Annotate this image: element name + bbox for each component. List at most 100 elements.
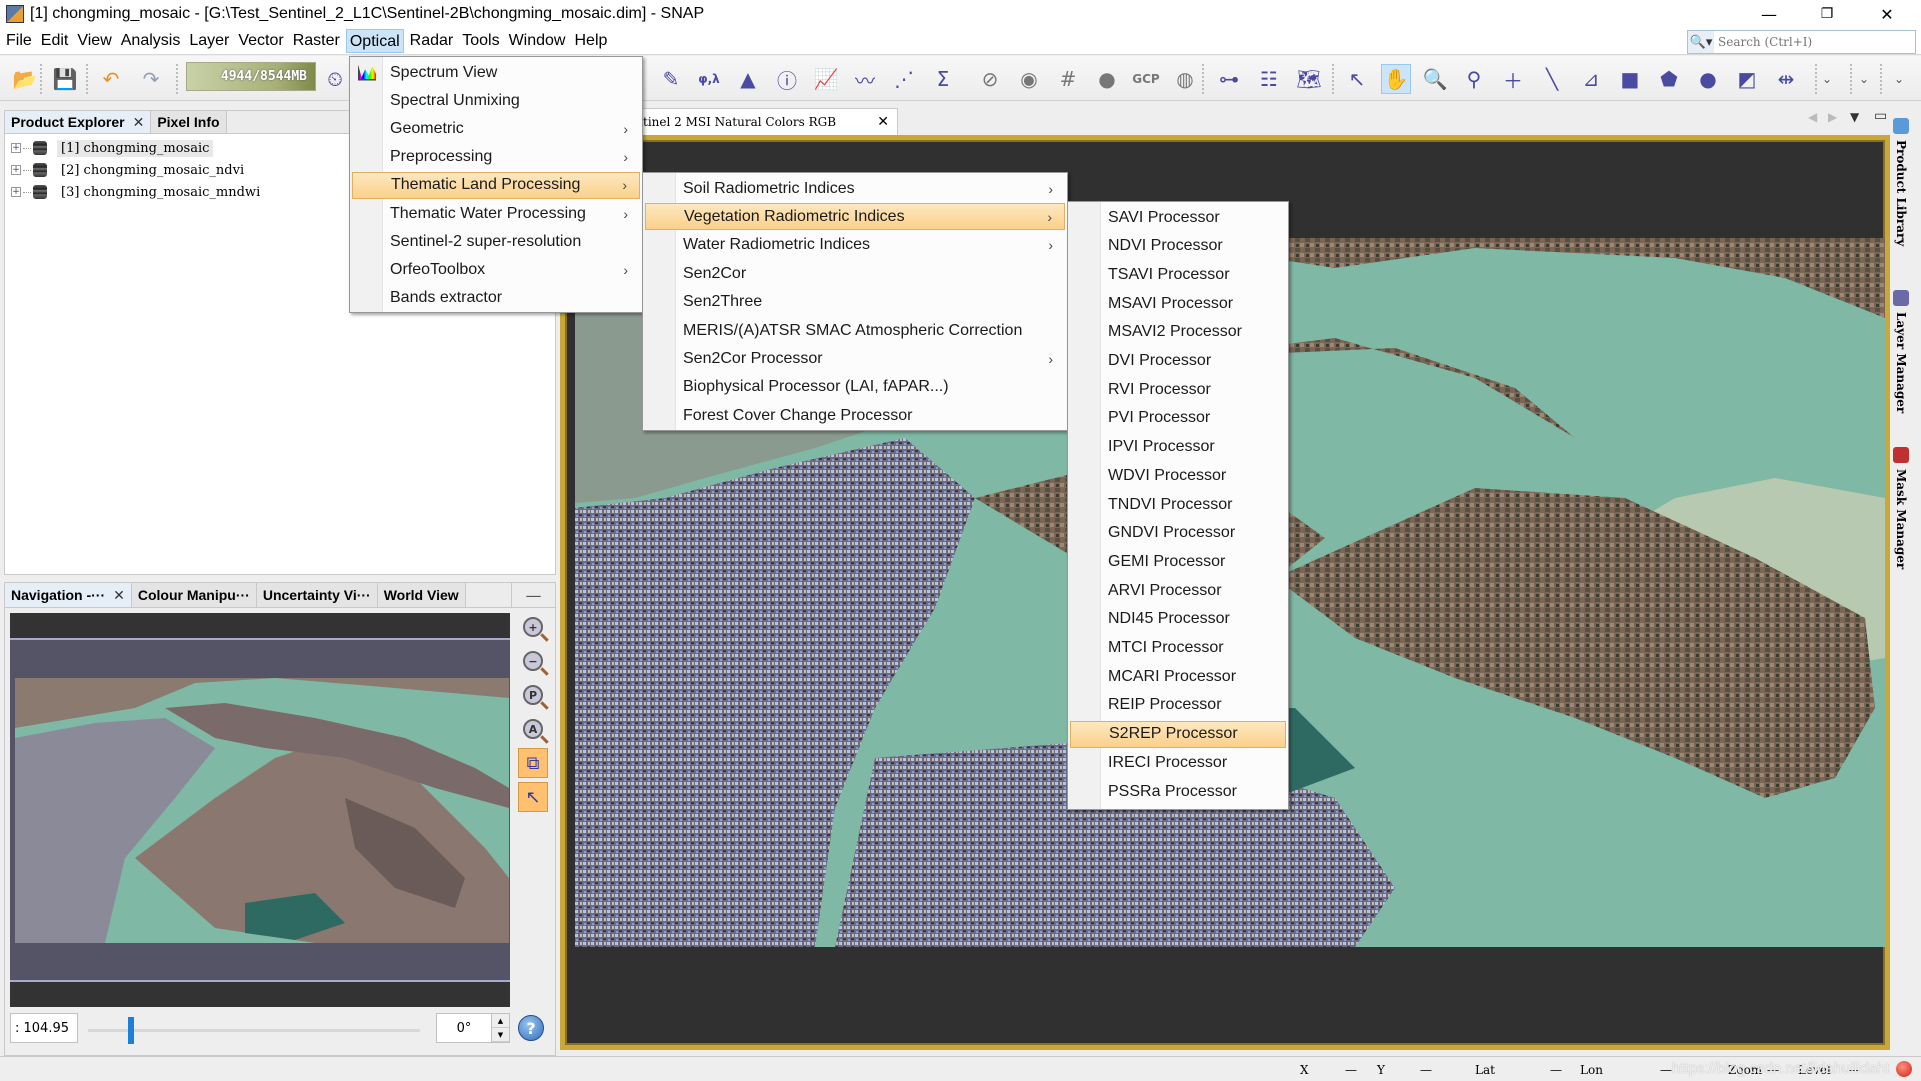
menu-item-thematic-water-processing[interactable]: Thematic Water Processing › bbox=[352, 200, 640, 227]
range-finder-icon[interactable]: ⇹ bbox=[1771, 64, 1801, 94]
menu-item-pssra-processor[interactable]: PSSRa Processor bbox=[1070, 778, 1286, 805]
world-map-icon[interactable]: 🗺 bbox=[1294, 64, 1324, 94]
spectrum-icon[interactable]: 〰 bbox=[850, 64, 880, 94]
menu-item-sentinel-2-super-resolution[interactable]: Sentinel-2 super-resolution bbox=[352, 228, 640, 255]
menu-item-thematic-land-processing[interactable]: Thematic Land Processing › bbox=[352, 171, 640, 199]
menu-item-reip-processor[interactable]: REIP Processor bbox=[1070, 692, 1286, 719]
menu-item-geometric[interactable]: Geometric › bbox=[352, 115, 640, 142]
toolbar-overflow-icon[interactable]: ⌄ bbox=[1849, 64, 1879, 94]
menu-item-ireci-processor[interactable]: IRECI Processor bbox=[1070, 749, 1286, 776]
menu-item-savi-processor[interactable]: SAVI Processor bbox=[1070, 204, 1286, 231]
memory-gauge[interactable]: 4944/8544MB bbox=[186, 62, 316, 91]
menu-item-pvi-processor[interactable]: PVI Processor bbox=[1070, 405, 1286, 432]
close-tab-icon[interactable]: ✕ bbox=[113, 587, 125, 604]
rotation-value[interactable]: 0° bbox=[437, 1021, 491, 1036]
menu-edit[interactable]: Edit bbox=[38, 29, 72, 53]
product-label[interactable]: [2] chongming_mosaic_ndvi bbox=[57, 162, 248, 179]
sidebar-tab-layer-manager[interactable]: Layer Manager bbox=[1893, 290, 1909, 413]
menu-vector[interactable]: Vector bbox=[235, 29, 286, 53]
menu-item-msavi2-processor[interactable]: MSAVI2 Processor bbox=[1070, 319, 1286, 346]
tab-navigation[interactable]: Navigation -··· ✕ bbox=[5, 583, 132, 607]
minimize-button[interactable]: — bbox=[1740, 0, 1798, 28]
product-node[interactable]: + [3] chongming_mosaic_mndwi bbox=[11, 182, 264, 202]
overlay-shapes-icon[interactable]: ◍ bbox=[1170, 64, 1200, 94]
tab-world-view[interactable]: World View bbox=[377, 583, 466, 607]
menu-layer[interactable]: Layer bbox=[186, 29, 232, 53]
menu-item-spectrum-view[interactable]: Spectrum View bbox=[352, 59, 640, 86]
menu-item-s2rep-processor[interactable]: S2REP Processor bbox=[1070, 720, 1286, 748]
error-notification-icon[interactable] bbox=[1896, 1061, 1912, 1077]
polyline-drawing-icon[interactable]: ⊿ bbox=[1576, 64, 1606, 94]
overlay-graticule-icon[interactable]: # bbox=[1053, 64, 1083, 94]
undo-icon[interactable]: ↶ bbox=[96, 64, 126, 94]
spin-down-button[interactable]: ▼ bbox=[492, 1028, 509, 1042]
pin-placing-icon[interactable]: ⚲ bbox=[1459, 64, 1489, 94]
close-button[interactable]: ✕ bbox=[1858, 0, 1916, 28]
tab-product-explorer[interactable]: Product Explorer ✕ bbox=[5, 111, 152, 133]
time-series-icon[interactable]: 📈 bbox=[811, 64, 841, 94]
restore-button[interactable]: ❐ bbox=[1798, 0, 1856, 28]
tab-pixel-info[interactable]: Pixel Info bbox=[151, 111, 227, 133]
zoom-tool-icon[interactable]: 🔍 bbox=[1420, 64, 1450, 94]
menu-item-dvi-processor[interactable]: DVI Processor bbox=[1070, 348, 1286, 375]
zoom-pixel-button[interactable]: P bbox=[518, 680, 548, 710]
menu-tools[interactable]: Tools bbox=[459, 29, 502, 53]
menu-item-meris-a-atsr-smac-atmospheric-correction[interactable]: MERIS/(A)ATSR SMAC Atmospheric Correctio… bbox=[645, 317, 1065, 344]
menu-analysis[interactable]: Analysis bbox=[118, 29, 184, 53]
expand-icon[interactable]: + bbox=[11, 143, 21, 153]
zoom-all-button[interactable]: A bbox=[518, 714, 548, 744]
sync-cursor-button[interactable]: ↖ bbox=[518, 782, 548, 812]
menu-item-gndvi-processor[interactable]: GNDVI Processor bbox=[1070, 520, 1286, 547]
menu-item-bands-extractor[interactable]: Bands extractor bbox=[352, 285, 640, 312]
redo-icon[interactable]: ↷ bbox=[136, 64, 166, 94]
image-view-tab[interactable]: tinel 2 MSI Natural Colors RGB ✕ bbox=[640, 108, 898, 135]
menu-item-mcari-processor[interactable]: MCARI Processor bbox=[1070, 663, 1286, 690]
menu-item-tsavi-processor[interactable]: TSAVI Processor bbox=[1070, 261, 1286, 288]
close-tab-icon[interactable]: ✕ bbox=[877, 114, 889, 130]
menu-item-arvi-processor[interactable]: ARVI Processor bbox=[1070, 577, 1286, 604]
rectangle-drawing-icon[interactable]: ■ bbox=[1615, 64, 1645, 94]
menu-item-spectral-unmixing[interactable]: Spectral Unmixing bbox=[352, 87, 640, 114]
rotation-spinner[interactable]: 0° ▲ ▼ bbox=[436, 1013, 510, 1043]
menu-item-orfeotoolbox[interactable]: OrfeoToolbox › bbox=[352, 256, 640, 283]
zoom-factor-field[interactable]: : 104.95 bbox=[10, 1013, 78, 1043]
band-maths-icon[interactable]: Σ bbox=[928, 64, 958, 94]
overlay-pins-icon[interactable]: ◉ bbox=[1014, 64, 1044, 94]
zoom-in-button[interactable]: + bbox=[518, 612, 548, 642]
menu-view[interactable]: View bbox=[74, 29, 114, 53]
search-box[interactable]: 🔍▾ bbox=[1687, 30, 1916, 54]
overlay-gcp-icon[interactable]: GCP bbox=[1131, 64, 1161, 94]
wavelength-icon[interactable]: φ,λ bbox=[694, 64, 724, 94]
menu-item-soil-radiometric-indices[interactable]: Soil Radiometric Indices › bbox=[645, 175, 1065, 202]
toolbar-overflow-icon[interactable]: ⌄ bbox=[1884, 64, 1914, 94]
ellipse-drawing-icon[interactable]: ● bbox=[1693, 64, 1723, 94]
menu-item-tndvi-processor[interactable]: TNDVI Processor bbox=[1070, 491, 1286, 518]
tab-colour-manipu[interactable]: Colour Manipu··· bbox=[131, 583, 257, 607]
help-icon[interactable]: ? bbox=[518, 1015, 544, 1041]
menu-item-sen2cor-processor[interactable]: Sen2Cor Processor › bbox=[645, 345, 1065, 372]
menu-help[interactable]: Help bbox=[571, 29, 610, 53]
overlay-no-data-icon[interactable]: ⊘ bbox=[975, 64, 1005, 94]
maximize-window-icon[interactable]: ▭ bbox=[1874, 108, 1887, 124]
minimize-panel-button[interactable]: — bbox=[511, 583, 555, 607]
select-tool-icon[interactable]: ↖ bbox=[1342, 64, 1372, 94]
graph-builder-icon[interactable]: ⊶ bbox=[1214, 64, 1244, 94]
zoom-slider-thumb[interactable] bbox=[127, 1017, 134, 1044]
menu-window[interactable]: Window bbox=[506, 29, 569, 53]
menu-item-gemi-processor[interactable]: GEMI Processor bbox=[1070, 548, 1286, 575]
menu-item-msavi-processor[interactable]: MSAVI Processor bbox=[1070, 290, 1286, 317]
menu-raster[interactable]: Raster bbox=[290, 29, 343, 53]
menu-radar[interactable]: Radar bbox=[407, 29, 457, 53]
menu-item-mtci-processor[interactable]: MTCI Processor bbox=[1070, 635, 1286, 662]
tab-list-dropdown-icon[interactable]: ▼ bbox=[1850, 110, 1859, 124]
open-product-icon[interactable]: 📂 bbox=[10, 64, 40, 94]
menu-item-water-radiometric-indices[interactable]: Water Radiometric Indices › bbox=[645, 232, 1065, 259]
information-icon[interactable]: ⓘ bbox=[772, 64, 802, 94]
scroll-tabs-right-icon[interactable]: ▶ bbox=[1828, 110, 1837, 124]
pan-tool-icon[interactable]: ✋ bbox=[1381, 64, 1411, 94]
toolbar-overflow-icon[interactable]: ⌄ bbox=[1812, 64, 1842, 94]
search-icon[interactable]: 🔍▾ bbox=[1688, 31, 1714, 53]
menu-item-forest-cover-change-processor[interactable]: Forest Cover Change Processor bbox=[645, 402, 1065, 429]
session-icon[interactable]: ⏲ bbox=[320, 64, 350, 94]
expand-icon[interactable]: + bbox=[11, 165, 21, 175]
